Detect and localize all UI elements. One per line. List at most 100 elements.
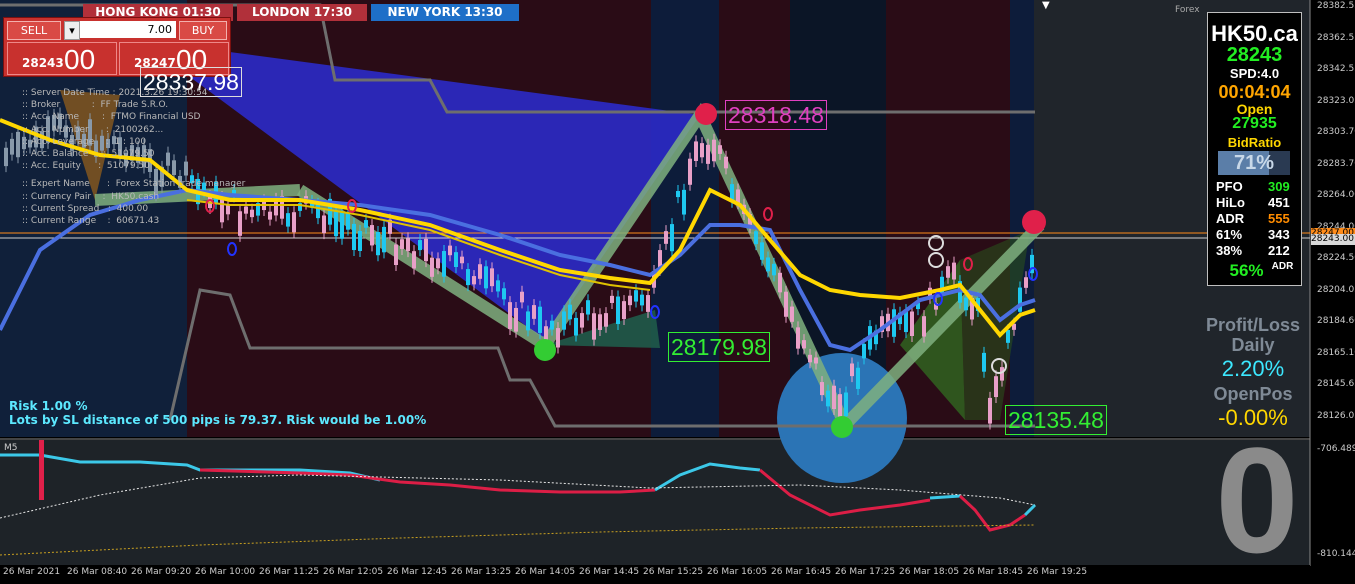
candle-body [238, 211, 242, 236]
price-label-peak: 28318.48 [725, 100, 827, 130]
candle-body [250, 209, 254, 218]
lot-dropdown[interactable]: ▾ [64, 21, 80, 40]
candle-body [418, 240, 422, 251]
candle-body [838, 394, 842, 418]
candle-body [820, 382, 824, 396]
stats-table: PFO 309 HiLo 451 ADR 555 61% 343 38% 212 [1208, 179, 1301, 259]
candle-body [478, 264, 482, 279]
indicator-label: M5 [4, 443, 18, 453]
candle-body [790, 306, 794, 322]
candle-body [436, 258, 440, 269]
time-axis-label: 26 Mar 11:25 [259, 567, 320, 577]
sell-button[interactable]: SELL [7, 21, 61, 40]
price-axis-label: 28303.70 [1317, 127, 1355, 137]
candle-body [580, 313, 584, 328]
time-axis-label: 26 Mar 2021 [3, 567, 61, 577]
candle-body [400, 239, 404, 249]
indicator-axis-bottom: -810.144 [1317, 549, 1355, 559]
time-axis-label: 26 Mar 12:45 [387, 567, 448, 577]
time-axis-label: 26 Mar 14:45 [579, 567, 640, 577]
price-axis-label: 28362.55 [1317, 32, 1355, 43]
profit-daily-value: 2.20% [1221, 356, 1285, 381]
spread: SPD:4.0 [1229, 66, 1280, 81]
candle-body [646, 295, 650, 312]
candle-body [364, 220, 368, 228]
time-axis-label: 26 Mar 10:00 [195, 567, 256, 577]
candle-body [244, 206, 248, 214]
candle-body [550, 320, 554, 330]
time-axis-label: 26 Mar 08:40 [67, 567, 128, 577]
price-axis-label: 28184.60 [1317, 316, 1355, 326]
candle-body [946, 266, 950, 278]
price-axis-label: 28165.10 [1317, 347, 1355, 358]
stat-value: 309 [1268, 179, 1290, 194]
bidratio-bar: 71% [1218, 151, 1290, 175]
candle-timer: 00:04:04 [1218, 82, 1291, 102]
time-axis-label: 26 Mar 14:05 [515, 567, 576, 577]
candle-body [724, 156, 728, 169]
candle-body [718, 145, 722, 154]
price-axis-label: 28283.70 [1317, 158, 1355, 169]
candle-body [814, 357, 818, 364]
candle-body [862, 343, 866, 359]
candle-body [496, 280, 500, 292]
stat-label: PFO [1216, 179, 1243, 194]
time-axis-label: 26 Mar 18:05 [899, 567, 960, 577]
candle-body [586, 300, 590, 315]
candle-body [184, 161, 188, 176]
candle-body [454, 252, 458, 268]
candle-body [622, 301, 626, 320]
candle-body [508, 302, 512, 330]
account-info-line: :: Server Date Time : 2021.3.26 19:30:54 [22, 88, 208, 98]
candle-body [754, 231, 758, 245]
candle-body [610, 295, 614, 303]
profit-daily-label: Daily [1231, 335, 1275, 355]
candle-body [784, 291, 788, 317]
candle-body [676, 191, 680, 198]
candle-body [616, 296, 620, 325]
candle-body [766, 257, 770, 272]
chart-menu-icon[interactable]: ▼ [1042, 0, 1050, 11]
profit-title: Profit/Loss [1205, 315, 1300, 335]
lot-size-input[interactable]: 7.00 [80, 21, 176, 38]
candle-body [574, 317, 578, 336]
candle-body [340, 211, 344, 239]
candle-body [712, 139, 716, 162]
candle-body [406, 238, 410, 252]
sell-price-big: 00 [64, 44, 96, 75]
candle-body [490, 268, 494, 287]
indicator-big-value: 0 [1215, 416, 1299, 584]
price-axis-label: 28264.00 [1317, 190, 1355, 200]
symbol-info-panel: HK50.ca 28243 SPD:4.0 00:04:04 Open 2793… [1207, 12, 1302, 286]
buy-button[interactable]: BUY [179, 21, 227, 40]
candle-body [604, 313, 608, 327]
candle-body [538, 306, 542, 333]
sell-price-small: 28243 [22, 56, 64, 70]
price-axis-label: 28204.05 [1317, 284, 1355, 295]
candle-body [664, 231, 668, 244]
candle-body [16, 131, 20, 158]
account-info-line: :: Acc. Equity : 51079.50 [22, 161, 150, 172]
candle-body [832, 385, 836, 410]
stat-label: HiLo [1216, 195, 1245, 210]
account-info-line: :: Broker : FF Trade S.R.O. [22, 100, 169, 111]
candle-body [466, 269, 470, 286]
candle-body [796, 327, 800, 349]
bid-price-tag: 28243.00 [1311, 234, 1355, 245]
price-axis-label: 28145.65 [1317, 379, 1355, 389]
candle-body [442, 251, 446, 277]
candle-body [760, 242, 764, 260]
stat-label: 61% [1216, 227, 1243, 242]
candle-body [778, 272, 782, 293]
adr-suffix: ADR [1271, 261, 1294, 272]
account-info-line: :: Expert Name : Forex Station trade man… [22, 179, 246, 190]
stat-value: 343 [1268, 227, 1290, 242]
candle-body [358, 231, 362, 251]
price-axis-label: 28323.05 [1317, 95, 1355, 106]
candle-body [850, 363, 854, 377]
current-price: 28243 [1226, 44, 1283, 66]
candle-body [994, 376, 998, 398]
sell-price-box[interactable]: 28243 00 [7, 42, 117, 75]
account-info-line: :: Acc. Number : 2100262... [22, 124, 164, 135]
candle-body [166, 152, 170, 166]
